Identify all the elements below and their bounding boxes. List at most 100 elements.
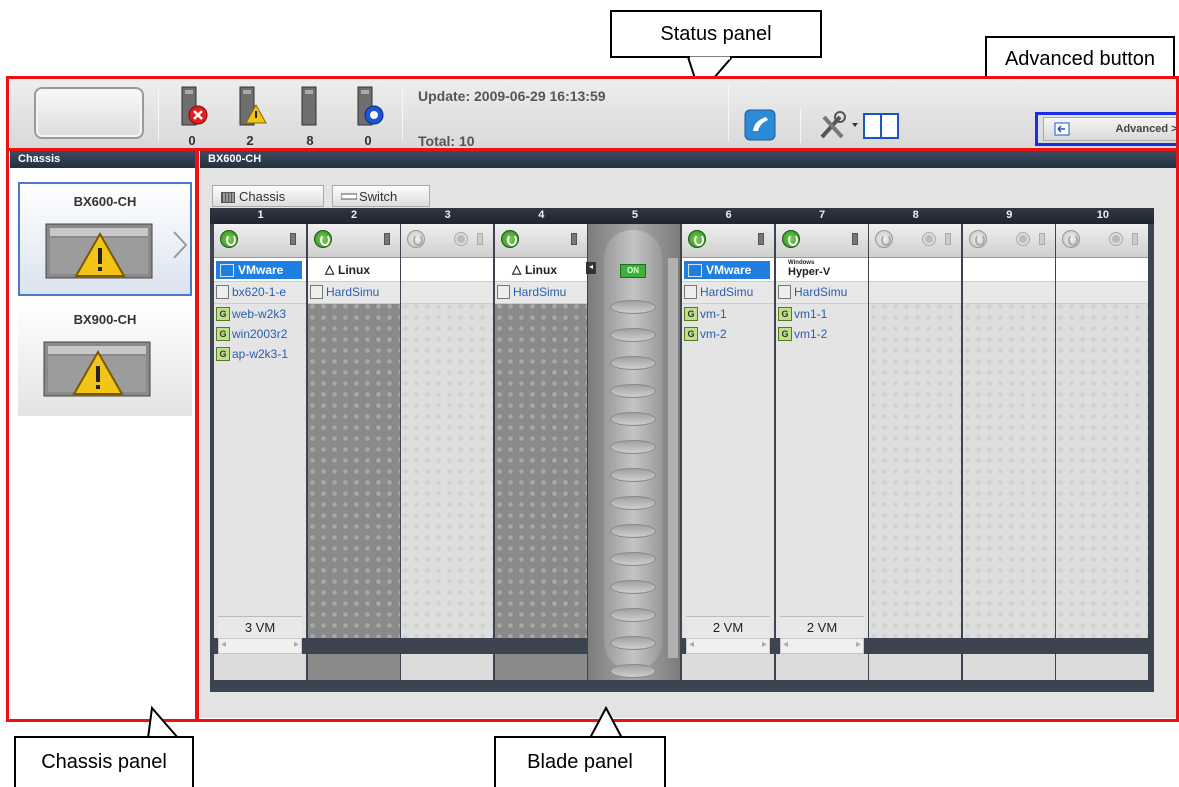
vm-item[interactable]: Gwin2003r2 [214,324,306,344]
vm-guest-icon: G [684,307,698,321]
os-row [1056,258,1148,282]
switch-port-oval [610,524,656,538]
server-blade-slot-2[interactable]: △ Linux HardSimu [308,224,400,680]
power-on-icon[interactable] [501,230,519,248]
server-blade-slot-7[interactable]: Windows Hyper-V HardSimu Gvm1-1 Gvm1-2 2 VM [776,224,868,680]
server-blade-slot-3[interactable] [401,224,493,680]
lan-switch-blade[interactable]: ON ◂ [586,224,680,680]
switch-port-oval [610,496,656,510]
power-on-icon[interactable] [782,230,800,248]
server-blade-slot-10[interactable] [1056,224,1148,680]
vm-list: Gvm1-1 Gvm1-2 [776,304,868,344]
status-stopped[interactable]: 0 [346,85,390,148]
physical-server-name[interactable]: HardSimu [513,285,566,299]
power-off-icon[interactable] [407,230,425,248]
warning-count: 2 [246,133,254,148]
vm-name: vm1-1 [794,307,828,321]
switch-port-oval [610,412,656,426]
blade-led-icon [290,233,296,245]
chassis-name: BX600-CH [73,194,137,209]
manual-book-icon[interactable] [862,111,902,141]
switch-icon [341,193,357,200]
power-off-icon[interactable] [875,230,893,248]
vm-item[interactable]: Gvm-1 [682,304,774,324]
physical-server-name[interactable]: HardSimu [326,285,379,299]
total-count: Total: 10 [418,133,475,149]
chassis-name: BX900-CH [73,312,137,327]
switch-view-button[interactable]: Switch [332,185,430,207]
physical-server-name[interactable]: HardSimu [794,285,847,299]
divider [800,109,801,143]
chevron-right-icon [173,231,188,259]
tools-icon[interactable] [818,111,860,141]
blade-footer [869,654,961,680]
blade-led-icon [852,233,858,245]
os-row: △ Linux [495,258,587,282]
phone-icon[interactable] [744,109,776,141]
blade-status-bar [214,224,306,258]
hyperv-logo: Windows Hyper-V [788,260,830,278]
blade-led-icon [1132,233,1138,245]
physical-server-name[interactable]: bx620-1-e [232,285,286,299]
blade-body [1056,304,1148,638]
advanced-button[interactable]: Advanced >> [1043,117,1179,141]
blade-panel-header: BX600-CH [200,150,1179,168]
os-name: VMware [706,263,752,277]
vm-item[interactable]: Gweb-w2k3 [214,304,306,324]
stopped-count: 0 [364,133,372,148]
slot-number: 10 [1096,209,1110,221]
linux-logo: △ Linux [324,261,374,279]
blade-footer [682,654,774,680]
power-off-icon[interactable] [969,230,987,248]
horizontal-scrollbar[interactable] [218,638,302,654]
logo-placeholder [34,87,144,139]
server-blade-slot-6[interactable]: VMware HardSimu Gvm-1 Gvm-2 2 VM [682,224,774,680]
server-blade-slot-8[interactable] [869,224,961,680]
horizontal-scrollbar[interactable] [686,638,770,654]
power-on-icon[interactable] [314,230,332,248]
chassis-item-bx900[interactable]: BX900-CH [18,302,192,416]
vm-item[interactable]: Gvm1-2 [776,324,868,344]
blade-led-icon [758,233,764,245]
power-off-icon[interactable] [1062,230,1080,248]
linux-logo: △ Linux [511,261,561,279]
blade-footer [963,654,1055,680]
switch-port-oval [610,384,656,398]
chassis-item-bx600[interactable]: BX600-CH [18,182,192,296]
vm-name: vm-2 [700,327,727,341]
tux-icon: △ [512,262,522,276]
chassis-view-button[interactable]: Chassis [212,185,324,207]
blade-footer [308,654,400,680]
server-blade-slot-4[interactable]: △ Linux HardSimu [495,224,587,680]
status-normal[interactable]: 8 [288,85,332,148]
vm-name: win2003r2 [232,327,288,341]
blade-panel-callout: Blade panel [494,736,666,787]
vm-item[interactable]: Gvm-2 [682,324,774,344]
horizontal-scrollbar[interactable] [780,638,864,654]
physical-server-icon [216,285,229,299]
vm-item[interactable]: Gvm1-1 [776,304,868,324]
vm-count-label: 2 VM [686,616,770,638]
power-on-icon[interactable] [220,230,238,248]
slot-number: 6 [725,209,732,221]
blade-footer [495,654,587,680]
blade-footer [214,654,306,680]
status-warning[interactable]: 2 [228,85,272,148]
physical-server-name[interactable]: HardSimu [700,285,753,299]
physical-server-row: bx620-1-e [214,282,306,304]
server-blade-slot-1[interactable]: VMware bx620-1-e Gweb-w2k3 Gwin2003r2 Gap-w2… [214,224,306,680]
switch-port-oval [610,608,656,622]
power-on-icon[interactable] [688,230,706,248]
blade-status-bar [682,224,774,258]
vm-name: ap-w2k3-1 [232,347,289,361]
blade-status-bar [401,224,493,258]
physical-server-icon [497,285,510,299]
vmware-logo: VMware [684,261,770,279]
blade-footer [1056,654,1148,680]
physical-server-row: HardSimu [308,282,400,304]
status-error[interactable]: 0 [170,85,214,148]
server-blade-slot-9[interactable] [963,224,1055,680]
vm-item[interactable]: Gap-w2k3-1 [214,344,306,364]
slot-number: 4 [538,209,545,221]
os-row: Windows Hyper-V [776,258,868,282]
